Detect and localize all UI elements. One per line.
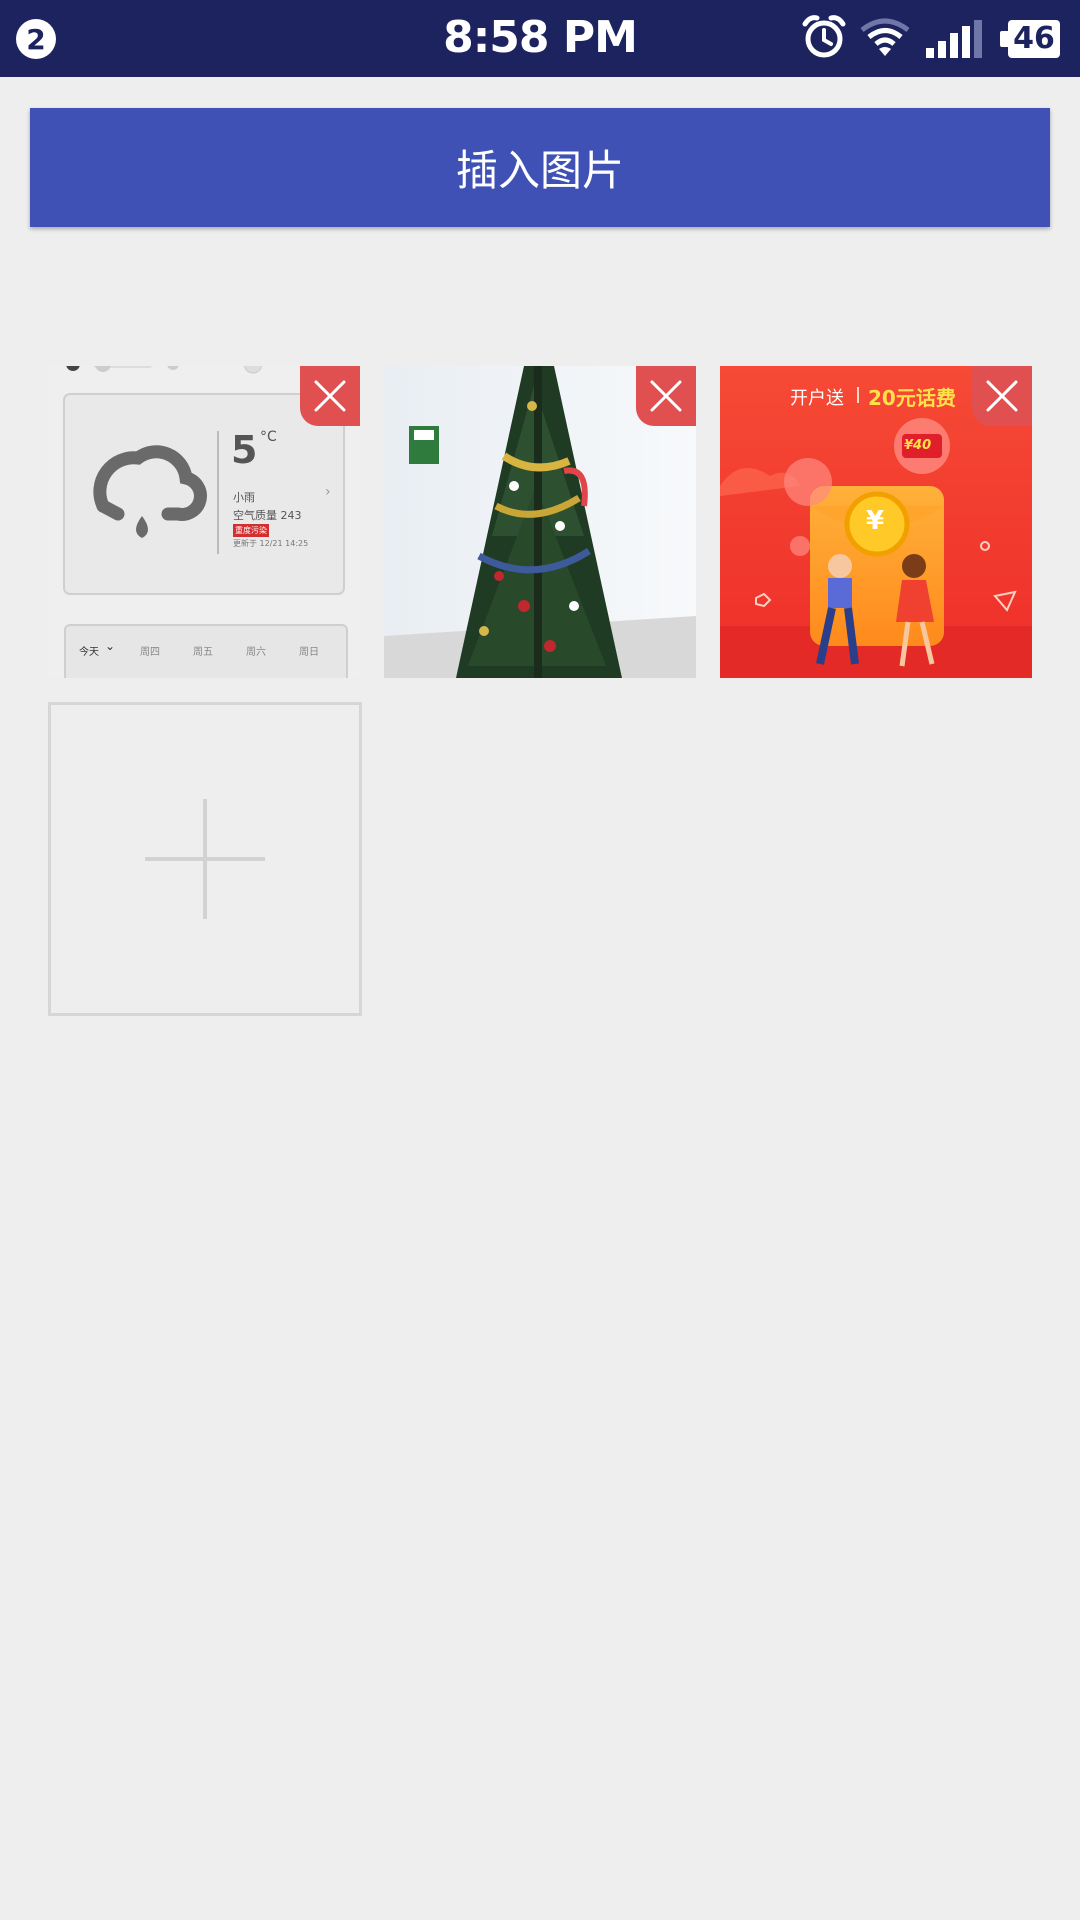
promo-text-divider xyxy=(857,387,859,403)
promo-text-prefix: 开户送 xyxy=(790,388,844,409)
image-thumbnail-weather[interactable]: 5 °C 小雨 空气质量 243 重度污染 更新于 12/21 14:25 › … xyxy=(48,366,360,678)
weather-condition: 小雨 xyxy=(233,491,255,504)
insert-image-button[interactable]: 插入图片 xyxy=(30,108,1050,227)
weather-day-thu: 周四 xyxy=(140,647,160,658)
chevron-down-icon: ⌄ xyxy=(105,639,116,653)
close-icon xyxy=(314,380,346,412)
chevron-right-icon: › xyxy=(325,484,331,500)
weather-day-sun: 周日 xyxy=(299,647,319,658)
close-icon xyxy=(650,380,682,412)
weather-day-today: 今天 xyxy=(79,647,99,658)
weather-updated-time: 更新于 12/21 14:25 xyxy=(233,539,309,548)
weather-temperature: 5 xyxy=(231,428,258,472)
weather-temperature-unit: °C xyxy=(260,429,277,445)
battery-level: 46 xyxy=(1008,20,1060,58)
delete-image-button[interactable] xyxy=(972,366,1032,426)
image-thumbnail-christmas-tree[interactable] xyxy=(384,366,696,678)
plus-icon xyxy=(145,799,265,919)
delete-image-button[interactable] xyxy=(300,366,360,426)
status-bar: 2 8:58 PM 46 xyxy=(0,0,1080,77)
promo-text-amount: 20元话费 xyxy=(868,386,956,410)
weather-pollution-badge: 重度污染 xyxy=(233,524,269,537)
status-clock: 8:58 PM xyxy=(443,12,638,63)
battery-icon: 46 xyxy=(1000,20,1060,58)
add-image-button[interactable] xyxy=(48,702,362,1016)
wifi-icon xyxy=(860,18,910,56)
coupon-amount: ¥40 xyxy=(904,438,932,453)
close-icon xyxy=(986,380,1018,412)
delete-image-button[interactable] xyxy=(636,366,696,426)
weather-air-quality: 空气质量 243 xyxy=(233,509,302,522)
coin-yuan-icon: ¥ xyxy=(866,506,885,536)
image-thumbnail-red-envelope[interactable]: 开户送 20元话费 ¥40 ¥ xyxy=(720,366,1032,678)
weather-day-sat: 周六 xyxy=(246,647,266,658)
weather-day-fri: 周五 xyxy=(193,647,213,658)
cell-signal-icon xyxy=(926,20,982,58)
alarm-icon xyxy=(802,15,846,58)
